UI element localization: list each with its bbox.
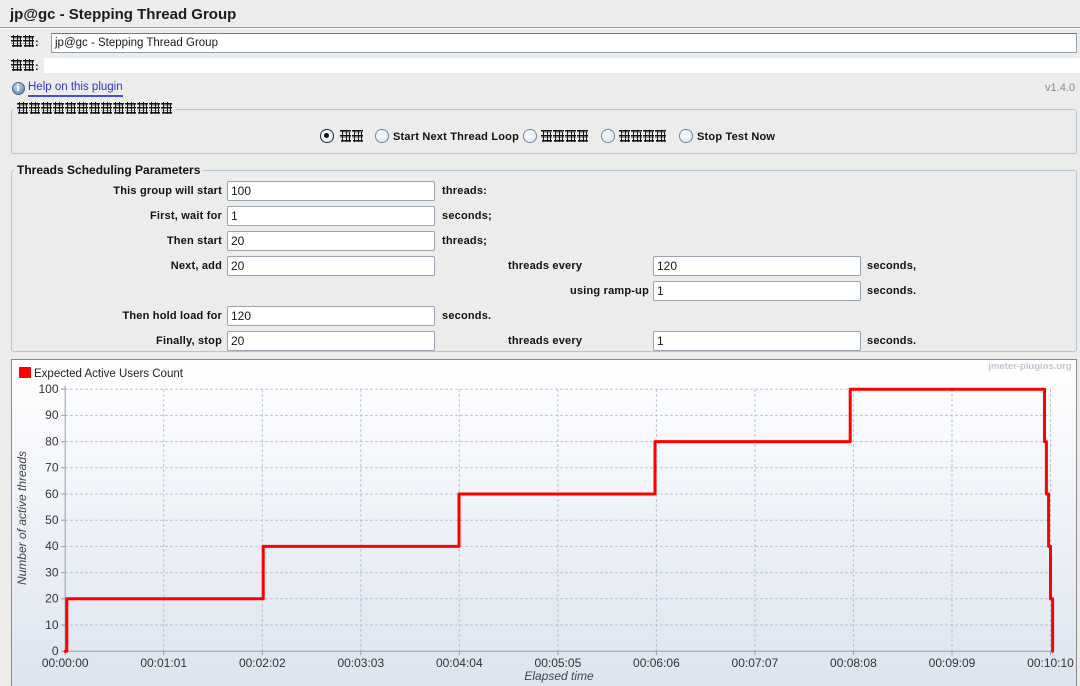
svg-text:10: 10	[45, 618, 59, 632]
svg-text:50: 50	[45, 513, 59, 527]
svg-text:00:04:04: 00:04:04	[436, 656, 483, 670]
svg-text:00:03:03: 00:03:03	[337, 656, 384, 670]
svg-text:00:09:09: 00:09:09	[929, 656, 976, 670]
svg-text:90: 90	[45, 408, 59, 422]
svg-text:80: 80	[45, 434, 59, 448]
svg-text:20: 20	[45, 592, 59, 606]
svg-text:00:06:06: 00:06:06	[633, 656, 680, 670]
svg-text:00:07:07: 00:07:07	[732, 656, 779, 670]
svg-text:00:00:00: 00:00:00	[42, 656, 89, 670]
svg-text:Expected Active Users Count: Expected Active Users Count	[34, 368, 184, 380]
svg-text:60: 60	[45, 487, 59, 501]
svg-text:40: 40	[45, 539, 59, 553]
svg-text:Elapsed time: Elapsed time	[524, 669, 594, 683]
svg-text:100: 100	[38, 382, 58, 396]
svg-text:00:01:01: 00:01:01	[140, 656, 187, 670]
svg-text:00:02:02: 00:02:02	[239, 656, 286, 670]
svg-text:00:08:08: 00:08:08	[830, 656, 877, 670]
svg-text:70: 70	[45, 461, 59, 475]
svg-text:Number of active threads: Number of active threads	[15, 451, 29, 585]
svg-text:jmeter-plugins.org: jmeter-plugins.org	[987, 361, 1072, 372]
svg-text:30: 30	[45, 565, 59, 579]
svg-text:00:05:05: 00:05:05	[535, 656, 582, 670]
svg-text:00:10:10: 00:10:10	[1027, 656, 1074, 670]
